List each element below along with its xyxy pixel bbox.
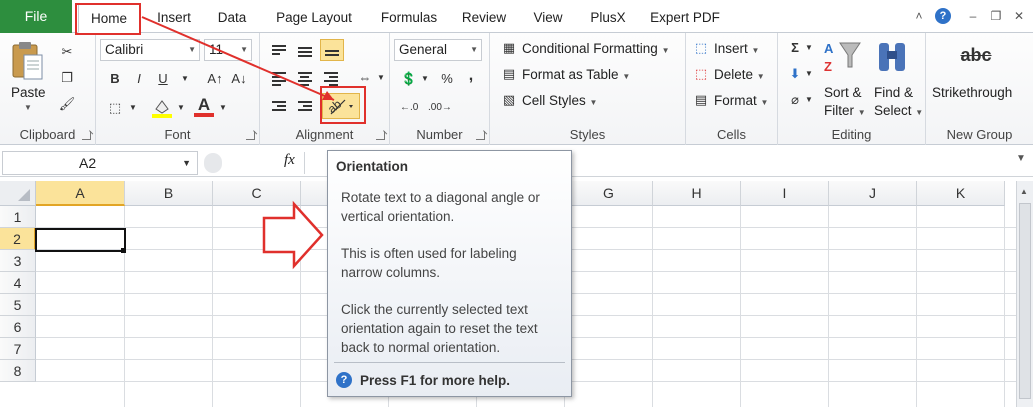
tooltip-help-text: Press F1 for more help. (360, 372, 511, 388)
right-arrow-icon (262, 200, 324, 270)
pointer-line (141, 16, 335, 101)
orientation-tooltip: Orientation Rotate text to a diagonal an… (327, 150, 572, 397)
tooltip-title: Orientation (336, 159, 409, 174)
help-circle-icon: ? (336, 372, 352, 388)
tooltip-help: ? Press F1 for more help. (336, 372, 510, 388)
tooltip-paragraph-2: This is often used for labeling narrow co… (341, 246, 517, 280)
tooltip-paragraph-1: Rotate text to a diagonal angle or vertic… (341, 190, 540, 224)
tooltip-separator (334, 362, 565, 363)
excel-window: File Home Insert Data Page Layout Formul… (0, 0, 1033, 407)
tooltip-paragraph-3: Click the currently selected text orienta… (341, 302, 538, 355)
